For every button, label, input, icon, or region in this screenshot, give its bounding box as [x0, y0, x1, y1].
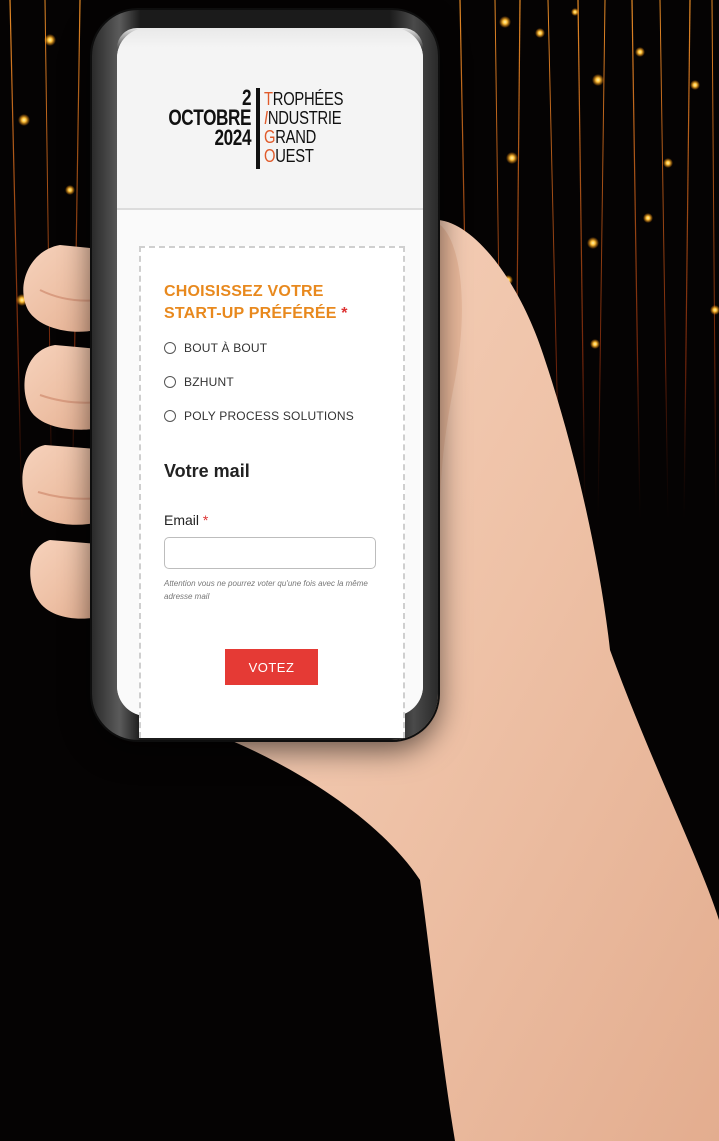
event-logo: TROPHÉES INDUSTRIE GRAND OUEST [264, 90, 343, 166]
logo-word-industrie: INDUSTRIE [264, 108, 342, 128]
logo-divider [256, 88, 260, 169]
question-line-2: START-UP PRÉFÉRÉE [164, 305, 337, 322]
option-label: BOUT À BOUT [184, 341, 268, 355]
option-bout-a-bout[interactable]: BOUT À BOUT [164, 331, 404, 365]
radio-icon[interactable] [164, 410, 176, 422]
question-line-1: CHOISISSEZ VOTRE [164, 283, 324, 300]
option-label: BZHUNT [184, 375, 234, 389]
required-asterisk: * [341, 305, 348, 322]
event-date: 2 OCTOBRE 2024 [168, 87, 251, 150]
option-bzhunt[interactable]: BZHUNT [164, 365, 404, 399]
option-label: POLY PROCESS SOLUTIONS [184, 409, 355, 423]
email-hint: Attention vous ne pourrez voter qu'une f… [164, 579, 368, 601]
logo-word-ouest: OUEST [264, 146, 314, 166]
required-asterisk: * [202, 512, 209, 528]
logo-word-trophees: TROPHÉES [264, 89, 344, 109]
question-title: CHOISISSEZ VOTRE START-UP PRÉFÉRÉE * [164, 281, 394, 325]
radio-icon[interactable] [164, 342, 176, 354]
screen-top-edge [117, 28, 423, 48]
email-input[interactable] [164, 537, 376, 569]
startup-options: BOUT À BOUT BZHUNT POLY PROCESS SOLUTION… [164, 331, 404, 433]
email-section-title: Votre mail [164, 461, 250, 481]
vote-button[interactable]: VOTEZ [225, 649, 318, 685]
event-header: 2 OCTOBRE 2024 TROPHÉES INDUSTRIE GRAND … [117, 28, 423, 210]
event-year: 2024 [214, 125, 251, 150]
email-label: Email * [164, 512, 209, 528]
logo-word-grand: GRAND [264, 127, 317, 147]
radio-icon[interactable] [164, 376, 176, 388]
option-poly-process-solutions[interactable]: POLY PROCESS SOLUTIONS [164, 399, 404, 433]
